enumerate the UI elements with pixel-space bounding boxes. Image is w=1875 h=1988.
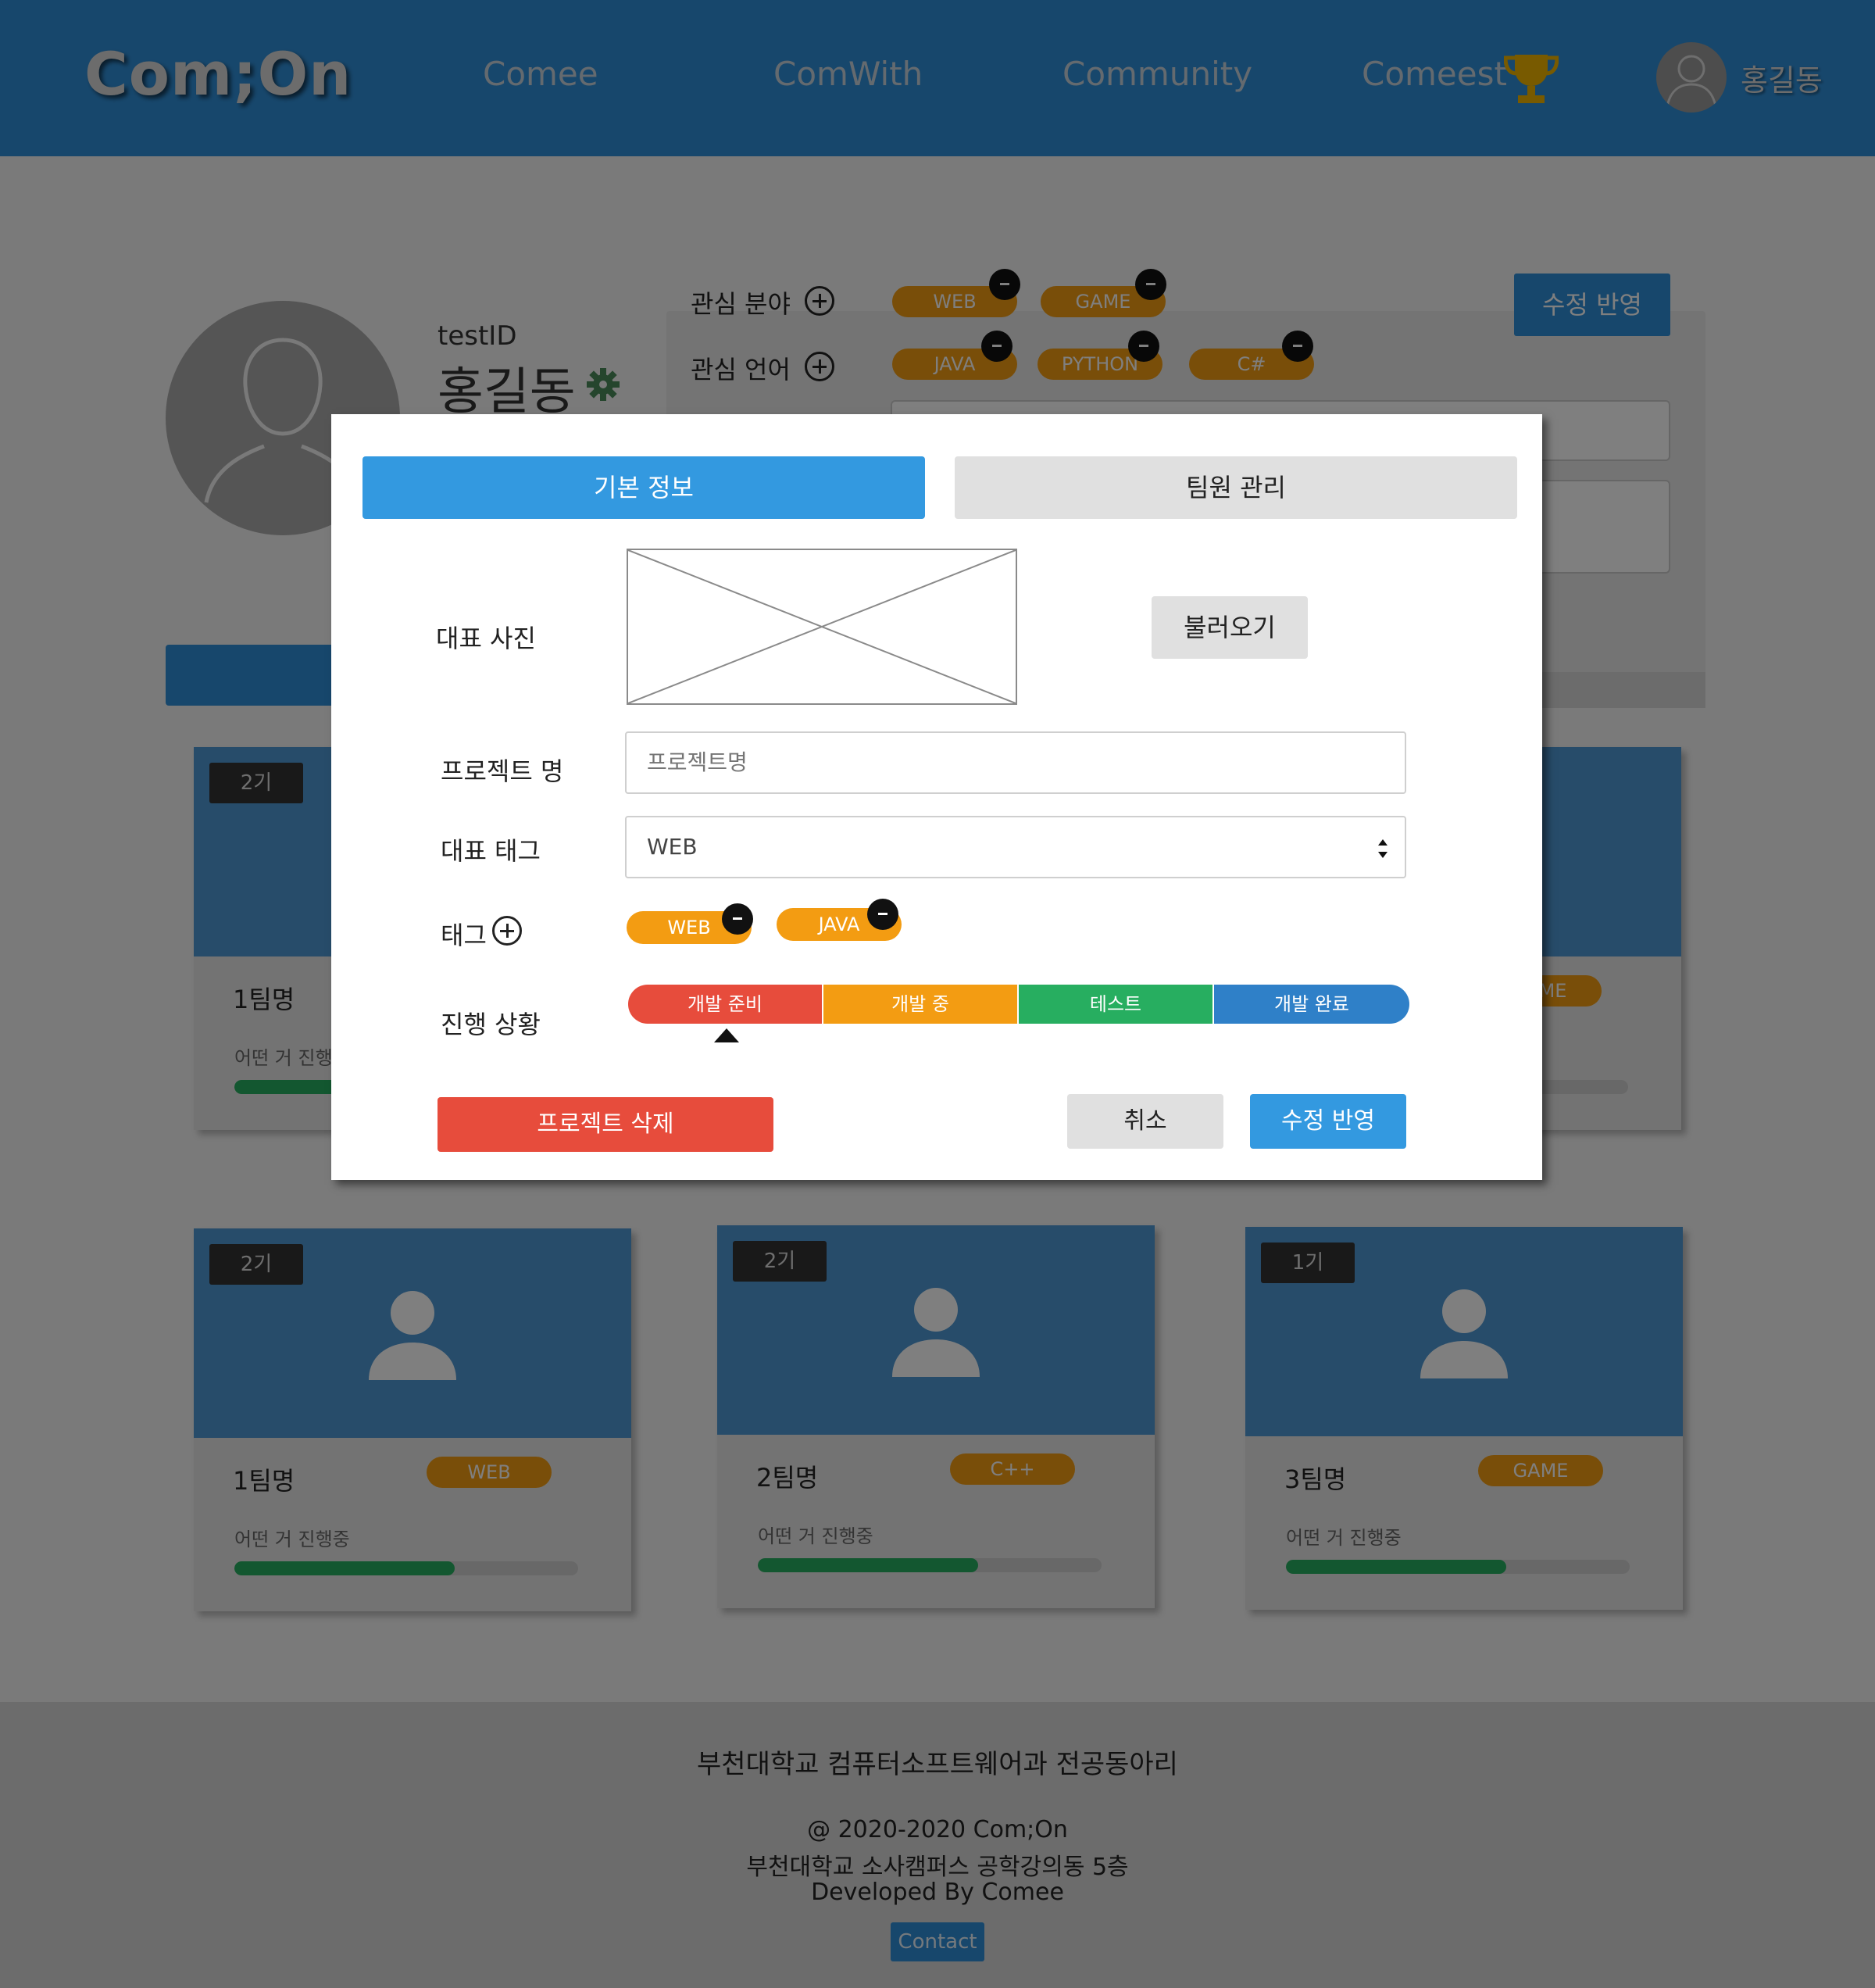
photo-placeholder [627,549,1017,705]
main-tag-value: WEB [647,834,698,860]
stage-testing[interactable]: 테스트 [1019,985,1212,1024]
tags-label: 태그 [441,921,487,950]
apply-changes-button[interactable]: 수정 반영 [1250,1094,1406,1149]
current-stage-indicator [714,1028,739,1042]
load-photo-button[interactable]: 불러오기 [1152,596,1308,659]
stage-developing[interactable]: 개발 중 [823,985,1017,1024]
cancel-button[interactable]: 취소 [1067,1094,1223,1149]
project-name-label: 프로젝트 명 [441,756,564,786]
project-name-input[interactable] [625,731,1406,794]
image-placeholder-icon [627,549,1016,704]
stage-complete[interactable]: 개발 완료 [1214,985,1409,1024]
stage-ready[interactable]: 개발 준비 [628,985,822,1024]
tab-member-management[interactable]: 팀원 관리 [955,456,1517,519]
photo-label: 대표 사진 [436,624,536,653]
remove-tag-icon[interactable] [722,903,753,935]
main-tag-select[interactable]: WEB [625,816,1406,878]
remove-tag-icon[interactable] [867,899,898,930]
main-tag-label: 대표 태그 [441,836,541,866]
progress-label: 진행 상황 [441,1010,541,1039]
delete-project-button[interactable]: 프로젝트 삭제 [438,1097,773,1152]
project-edit-modal: 기본 정보 팀원 관리 대표 사진 불러오기 프로젝트 명 대표 태그 WEB … [331,414,1542,1180]
tab-basic-info[interactable]: 기본 정보 [362,456,925,519]
select-arrows-icon [1378,839,1388,858]
add-tag-icon[interactable] [492,916,522,946]
